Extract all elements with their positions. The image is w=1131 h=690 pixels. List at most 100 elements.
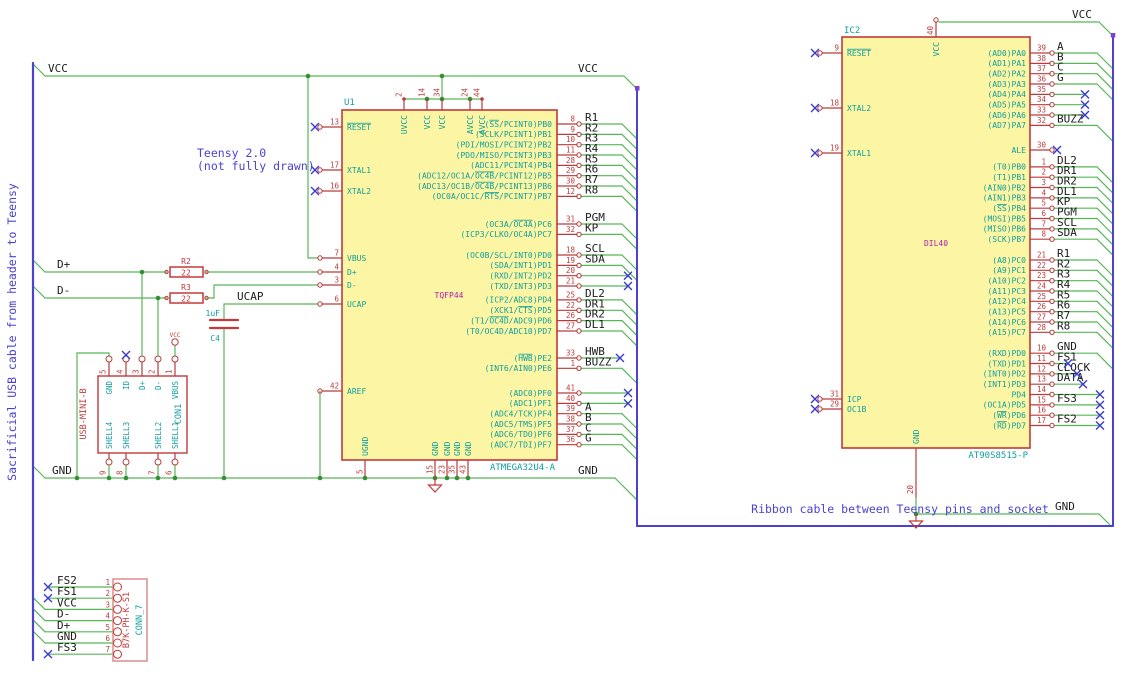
pin-name: (AD6)PA6	[987, 111, 1026, 120]
pin-name: UCAP	[347, 300, 366, 309]
pin-name: GND	[453, 441, 462, 456]
net-label[interactable]: BUZZ	[585, 355, 612, 368]
pin-number: 21	[566, 277, 575, 286]
net-label[interactable]: GND	[578, 464, 598, 477]
net-label[interactable]: D+	[57, 258, 71, 271]
conn7-value: B7K-PH-K-S1	[122, 592, 132, 648]
pin-number: 7	[148, 470, 157, 475]
pin-name: (ADC4/TCK)PF4	[489, 410, 552, 419]
pin-name: (OC0A/OC1C/RTS/PCINT7)PB7	[432, 192, 553, 201]
pin-name: (HWB)PE2	[513, 354, 552, 363]
pin-number: 30	[566, 177, 576, 186]
net-label[interactable]: FS3	[1057, 392, 1077, 405]
pin-number: 9	[834, 44, 839, 53]
pin-number: 26	[566, 311, 576, 320]
pin-number: 1	[165, 369, 174, 374]
pin-name: XTAL2	[347, 187, 371, 196]
pin-number: 27	[566, 322, 575, 331]
pin-number: 12	[1037, 364, 1046, 373]
pin-name: VCC	[438, 115, 447, 130]
pin-name: GND	[431, 441, 440, 456]
pin-name: (PDI/MOSI/PCINT2)PB2	[456, 141, 553, 150]
net-label[interactable]: UCAP	[237, 290, 264, 303]
pin-name: (INT0)PD2	[983, 370, 1027, 379]
pin-number: 4	[334, 263, 339, 272]
pin-name: GND	[105, 381, 114, 395]
pin-name: RESET	[847, 49, 871, 58]
net-label[interactable]: SDA	[1057, 226, 1077, 239]
pin-number: 37	[566, 425, 575, 434]
net-label[interactable]: SDA	[585, 252, 605, 265]
pin-number: 14	[1037, 385, 1047, 394]
pin-number: 18	[830, 99, 840, 108]
net-label[interactable]: VCC	[578, 62, 598, 75]
note-teensy-line2: (not fully drawn)	[197, 159, 315, 173]
pin-name: UVCC	[400, 115, 409, 134]
pin-name: GND	[443, 441, 452, 456]
pin-number: 38	[1037, 54, 1047, 63]
pin-name: (PDO/MISO/PCINT3)PB3	[456, 151, 553, 160]
pin-number: 1	[105, 578, 110, 587]
pin-name: UGND	[361, 437, 370, 456]
pin-number: 23	[438, 465, 447, 474]
net-label[interactable]: BUZZ	[1057, 112, 1084, 125]
pin-name: (A12)PC4	[987, 297, 1026, 306]
net-label[interactable]: GND	[52, 464, 72, 477]
pin-name: (AD2)PA2	[987, 70, 1026, 79]
net-label[interactable]: FS3	[57, 641, 77, 654]
pin-number: 11	[566, 146, 575, 155]
resistor-r3-value: 22	[181, 295, 191, 304]
pin-number: 42	[330, 382, 339, 391]
vcc-power-flag: VCC	[170, 332, 181, 346]
pin-name: (ADC12/OC1A/OC4B/PCINT12)PB5	[417, 172, 552, 181]
pin-number: 9	[99, 470, 108, 475]
pin-name: (XCK1/CTS)PD5	[489, 306, 552, 315]
pin-number: 3	[1041, 178, 1046, 187]
pin-name: (ADC11/PCINT4)PB4	[470, 161, 552, 170]
pin-name: (AD7)PA7	[987, 121, 1026, 130]
u1-reference: U1	[344, 98, 355, 108]
capacitor-c4[interactable]: 1uF C4	[206, 309, 240, 343]
pin-number: 36	[566, 435, 576, 444]
pin-number: 17	[330, 161, 339, 170]
pin-number: 35	[1037, 85, 1046, 94]
pin-name: (AD4)PA4	[987, 90, 1026, 99]
ic-u1[interactable]: U1ATMEGA32U4-ATQFP4413RESET17XTAL116XTAL…	[310, 87, 633, 477]
pin-number: 8	[1041, 230, 1046, 239]
pin-number: 3	[334, 276, 339, 285]
pin-name: SHELL4	[105, 421, 114, 449]
pin-number: 21	[1037, 251, 1046, 260]
pin-name: AREF	[347, 387, 366, 396]
pin-name: (AD1)PA1	[987, 59, 1026, 68]
pin-number: 20	[906, 484, 915, 494]
c4-value: 1uF	[206, 309, 221, 318]
net-label[interactable]: D-	[57, 284, 70, 297]
net-label[interactable]: G	[585, 432, 592, 445]
caption-ribbon-cable: Ribbon cable between Teensy pins and soc…	[751, 502, 1049, 516]
schematic-page: VCC VCC D+ D- UCAP GND GND VCC GND R1 R2 R3 R4 R5 R6 R7…	[0, 0, 1131, 690]
resistor-r3[interactable]: R322	[164, 283, 209, 304]
pin-name: AVCC	[466, 115, 475, 134]
net-label[interactable]: VCC	[1072, 8, 1092, 21]
pin-name: (A15)PC7	[987, 328, 1026, 337]
net-label[interactable]: VCC	[48, 62, 68, 75]
vcc-flag-label: VCC	[170, 332, 181, 339]
pin-number: 13	[1037, 375, 1046, 384]
pin-name: (ADC13/OC1B/OC4B/PCINT13)PB6	[417, 182, 552, 191]
net-label[interactable]: FS2	[1057, 413, 1077, 426]
pin-number: 37	[1037, 64, 1046, 73]
net-label[interactable]: DL1	[585, 318, 605, 331]
pin-number: 11	[1037, 354, 1046, 363]
net-label[interactable]: R8	[1057, 319, 1070, 332]
pin-number: 34	[1037, 95, 1047, 104]
pin-number: 6	[165, 470, 174, 475]
net-label[interactable]: R8	[585, 183, 598, 196]
pin-number: 43	[459, 465, 468, 474]
pin-number: 14	[418, 87, 427, 97]
usb-connector-con1[interactable]: USB-MINI-B CON1 5 GND 4 ID 3 D+ 2 D- 1 VBUS 9 SHELL4 8…	[79, 350, 188, 475]
resistor-r2[interactable]: R222	[164, 257, 209, 278]
net-label[interactable]: KP	[585, 221, 599, 234]
pin-number: 27	[1037, 313, 1046, 322]
pin-number: 7	[105, 645, 110, 654]
net-label[interactable]: G	[1057, 71, 1064, 84]
